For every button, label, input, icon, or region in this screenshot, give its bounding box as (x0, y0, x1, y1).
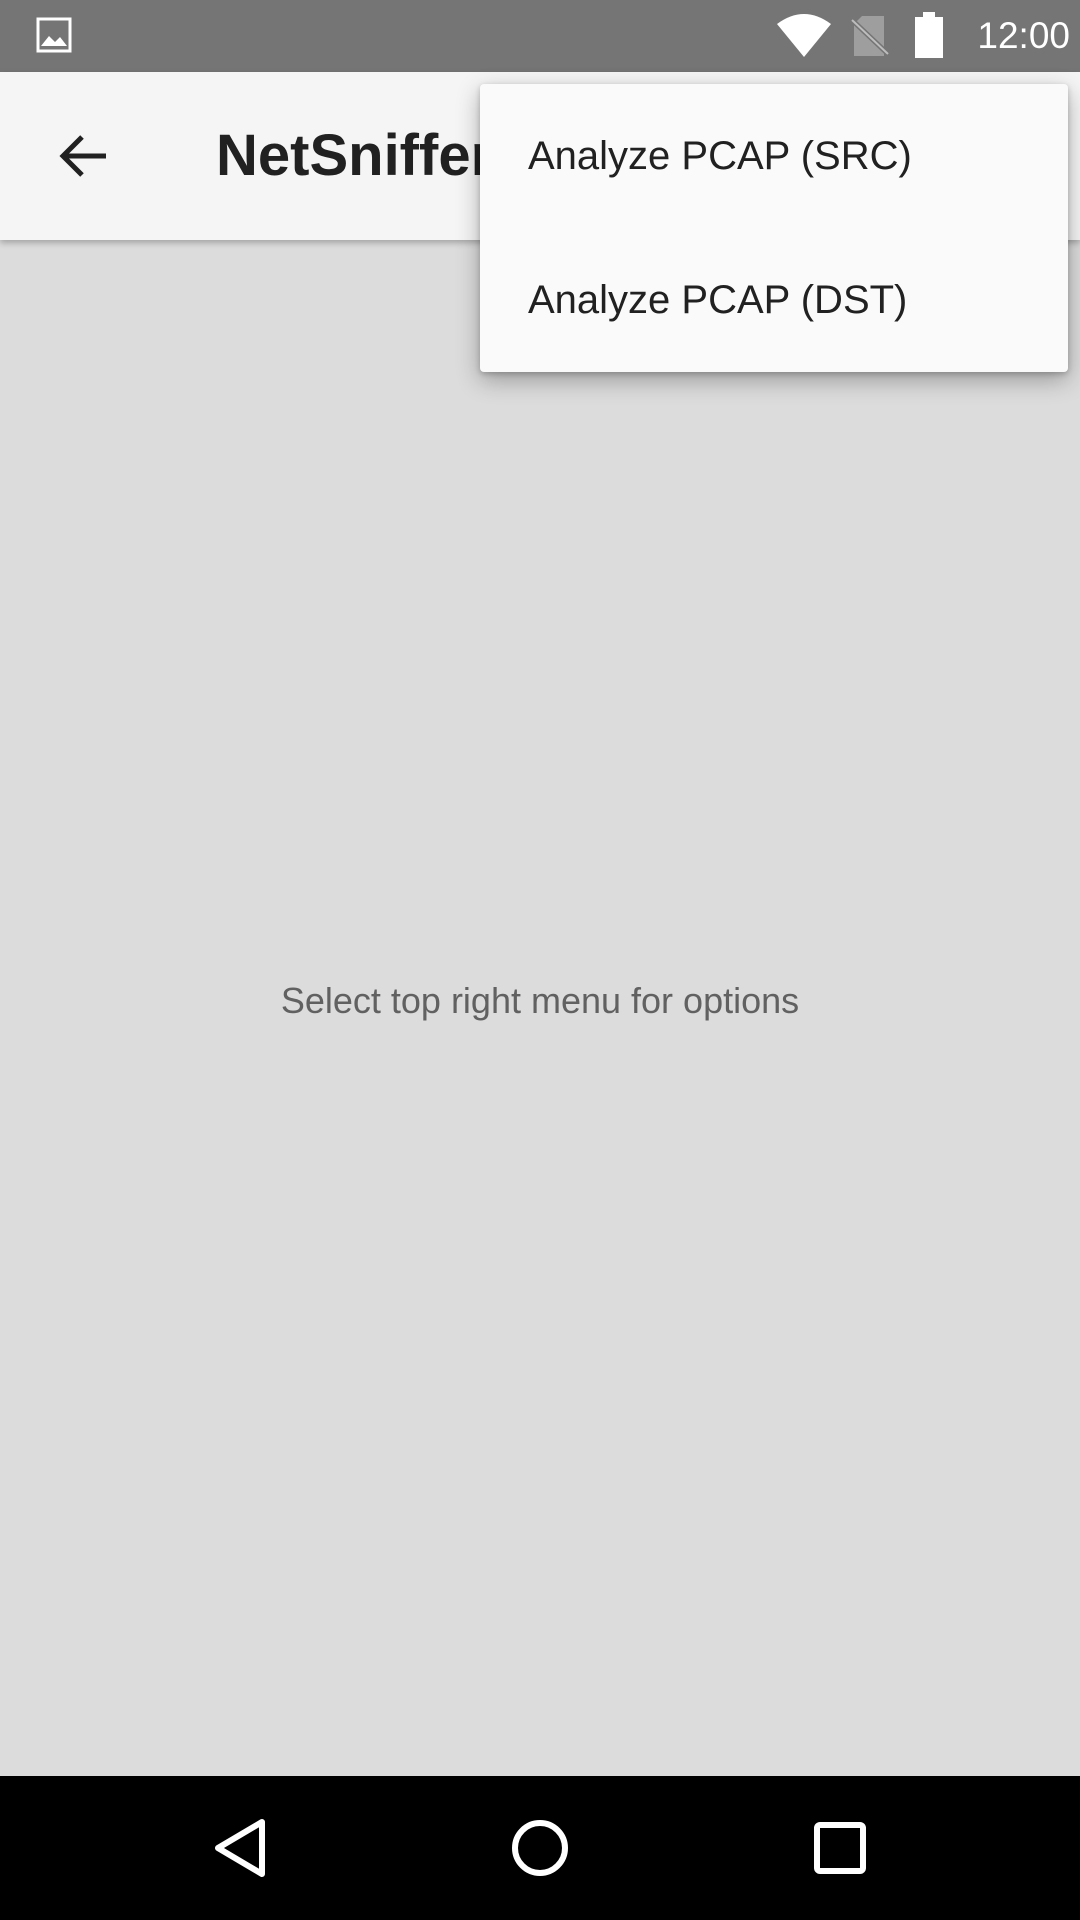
back-button[interactable] (40, 112, 128, 200)
menu-item-label: Analyze PCAP (DST) (528, 278, 908, 322)
home-circle-icon (512, 1820, 568, 1876)
status-clock: 12:00 (977, 15, 1070, 56)
app-title: NetSniffer (216, 123, 494, 188)
nav-back-button[interactable] (192, 1800, 288, 1896)
main-content: Select top right menu for options (0, 240, 1080, 1776)
recents-square-icon (814, 1822, 866, 1874)
status-bar: 12:00 (0, 0, 1080, 72)
no-sim-icon (850, 14, 890, 58)
menu-item-label: Analyze PCAP (SRC) (528, 134, 912, 178)
navigation-bar (0, 1776, 1080, 1920)
arrow-left-icon (59, 135, 106, 177)
nav-recents-button[interactable] (792, 1800, 888, 1896)
battery-icon (914, 12, 944, 58)
gallery-icon (36, 17, 72, 53)
empty-state-hint: Select top right menu for options (280, 980, 800, 1021)
overflow-menu: Analyze PCAP (SRC) Analyze PCAP (DST) (480, 84, 1068, 372)
menu-item-analyze-pcap-dst[interactable]: Analyze PCAP (DST) (480, 228, 1068, 372)
wifi-icon (776, 12, 832, 58)
back-triangle-icon (215, 1819, 265, 1877)
nav-home-button[interactable] (492, 1800, 588, 1896)
menu-item-analyze-pcap-src[interactable]: Analyze PCAP (SRC) (480, 84, 1068, 228)
